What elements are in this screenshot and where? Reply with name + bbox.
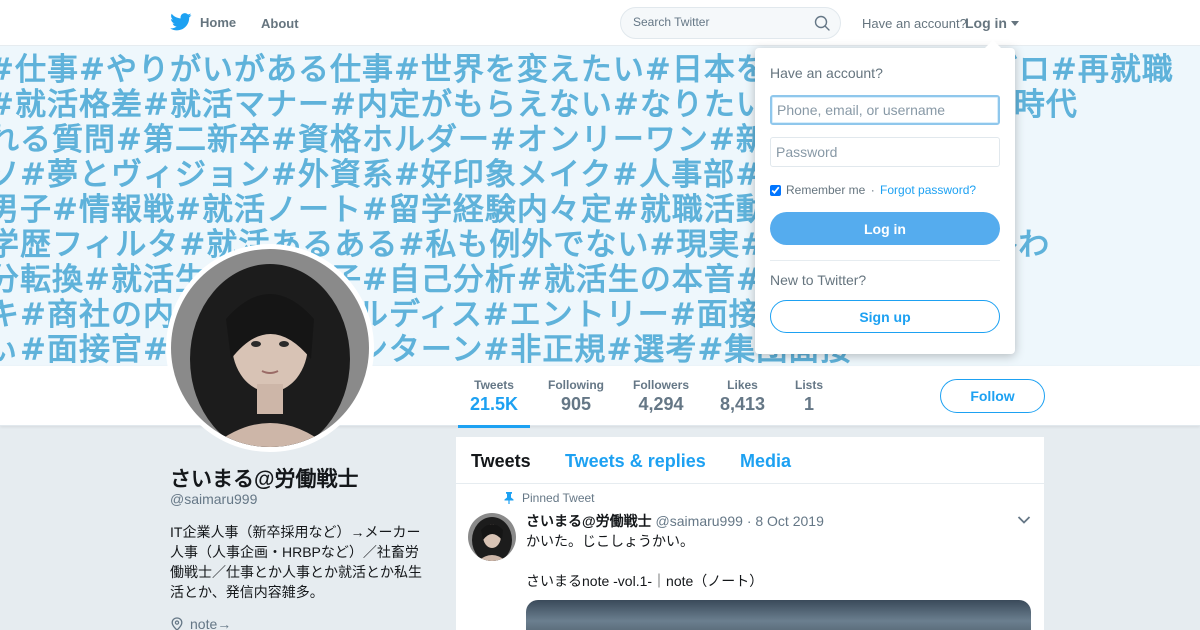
- tweet-text-line: さいまるnote -vol.1-｜note（ノート）: [526, 573, 764, 589]
- divider: [770, 260, 1000, 261]
- stat-value: 21.5K: [470, 394, 519, 414]
- follow-button[interactable]: Follow: [940, 379, 1045, 413]
- stat-label: Following: [548, 378, 604, 392]
- stat-likes[interactable]: Likes 8,413: [720, 378, 765, 415]
- stat-label: Tweets: [474, 378, 514, 392]
- tab-tweets[interactable]: Tweets: [471, 451, 531, 472]
- dropdown-title: Have an account?: [770, 65, 883, 81]
- tweet-date[interactable]: · 8 Oct 2019: [747, 513, 824, 529]
- stat-lists[interactable]: Lists 1: [795, 378, 823, 415]
- twitter-bird-icon: [170, 13, 192, 31]
- stat-followers[interactable]: Followers 4,294: [633, 378, 689, 415]
- top-navigation: Home About Have an account? Log in: [0, 0, 1200, 46]
- tab-media[interactable]: Media: [740, 451, 791, 472]
- caret-down-icon: [1011, 20, 1019, 26]
- tweet-author-handle[interactable]: @saimaru999: [656, 513, 743, 529]
- profile-avatar[interactable]: [166, 244, 374, 452]
- chevron-down-icon[interactable]: [1017, 515, 1031, 525]
- signup-button[interactable]: Sign up: [770, 300, 1000, 333]
- avatar-photo: [171, 249, 369, 447]
- tweet-link-card-image[interactable]: [526, 600, 1031, 630]
- nav-about[interactable]: About: [261, 16, 299, 31]
- stat-label: Lists: [795, 378, 824, 392]
- stat-label: Likes: [727, 378, 758, 392]
- remember-me-checkbox[interactable]: [770, 184, 781, 196]
- timeline-tabs: Tweets Tweets & replies Media: [456, 437, 1044, 484]
- pinned-label-text: Pinned Tweet: [522, 491, 595, 505]
- stat-value: 905: [560, 394, 592, 414]
- pinned-tweet[interactable]: Pinned Tweet さいまる@労働戦士 @saimaru999 · 8 O…: [456, 484, 1044, 630]
- stat-value: 4,294: [638, 394, 684, 414]
- login-link-label: Log in: [965, 15, 1007, 31]
- pinned-label: Pinned Tweet: [504, 491, 595, 505]
- search-input[interactable]: [633, 15, 813, 29]
- have-account-text: Have an account?: [862, 16, 967, 31]
- tweet-author-name[interactable]: さいまる@労働戦士: [526, 513, 652, 529]
- login-button[interactable]: Log in: [770, 212, 1000, 245]
- stat-value: 1: [804, 394, 815, 414]
- profile-location[interactable]: note→: [170, 616, 231, 630]
- stat-following[interactable]: Following 905: [548, 378, 604, 415]
- login-dropdown-toggle[interactable]: Log in: [965, 15, 1019, 31]
- search-box[interactable]: [620, 7, 841, 39]
- timeline: Tweets Tweets & replies Media Pinned Twe…: [456, 437, 1044, 630]
- username-input[interactable]: [770, 95, 1000, 125]
- tweet-text-line: かいた。じこしょうかい。: [526, 533, 694, 549]
- banner-text-row: ぃ#面接官#業界研究#インターン#非正規#選考#集団面接: [0, 332, 853, 366]
- profile-location-label: note→: [190, 616, 232, 630]
- profile-name[interactable]: さいまる@労働戦士: [170, 463, 358, 493]
- remember-me-label[interactable]: Remember me: [786, 183, 865, 197]
- search-icon[interactable]: [814, 15, 830, 31]
- nav-home-label: Home: [200, 14, 237, 30]
- password-input[interactable]: [770, 137, 1000, 167]
- pin-icon: [504, 492, 514, 504]
- separator-dot: ·: [867, 183, 879, 197]
- profile-handle[interactable]: @saimaru999: [170, 491, 257, 507]
- forgot-password-link[interactable]: Forgot password?: [880, 183, 976, 197]
- location-pin-icon: [171, 617, 183, 630]
- new-to-twitter-text: New to Twitter?: [770, 272, 867, 288]
- stat-value: 8,413: [720, 394, 766, 414]
- tweet-avatar[interactable]: [468, 513, 516, 561]
- remember-me-row: Remember me · Forgot password?: [770, 183, 976, 197]
- nav-home[interactable]: Home: [170, 13, 236, 31]
- tab-tweets-replies[interactable]: Tweets & replies: [565, 451, 706, 472]
- login-dropdown: Have an account? Remember me · Forgot pa…: [755, 40, 1015, 354]
- profile-bio: IT企業人事（新卒採用など）→メーカー人事（人事企画・HRBPなど）／社畜労働戦…: [170, 524, 422, 600]
- stat-tweets[interactable]: Tweets 21.5K: [457, 378, 531, 428]
- tweet-header: さいまる@労働戦士 @saimaru999 · 8 Oct 2019: [526, 511, 824, 531]
- stat-label: Followers: [633, 378, 690, 392]
